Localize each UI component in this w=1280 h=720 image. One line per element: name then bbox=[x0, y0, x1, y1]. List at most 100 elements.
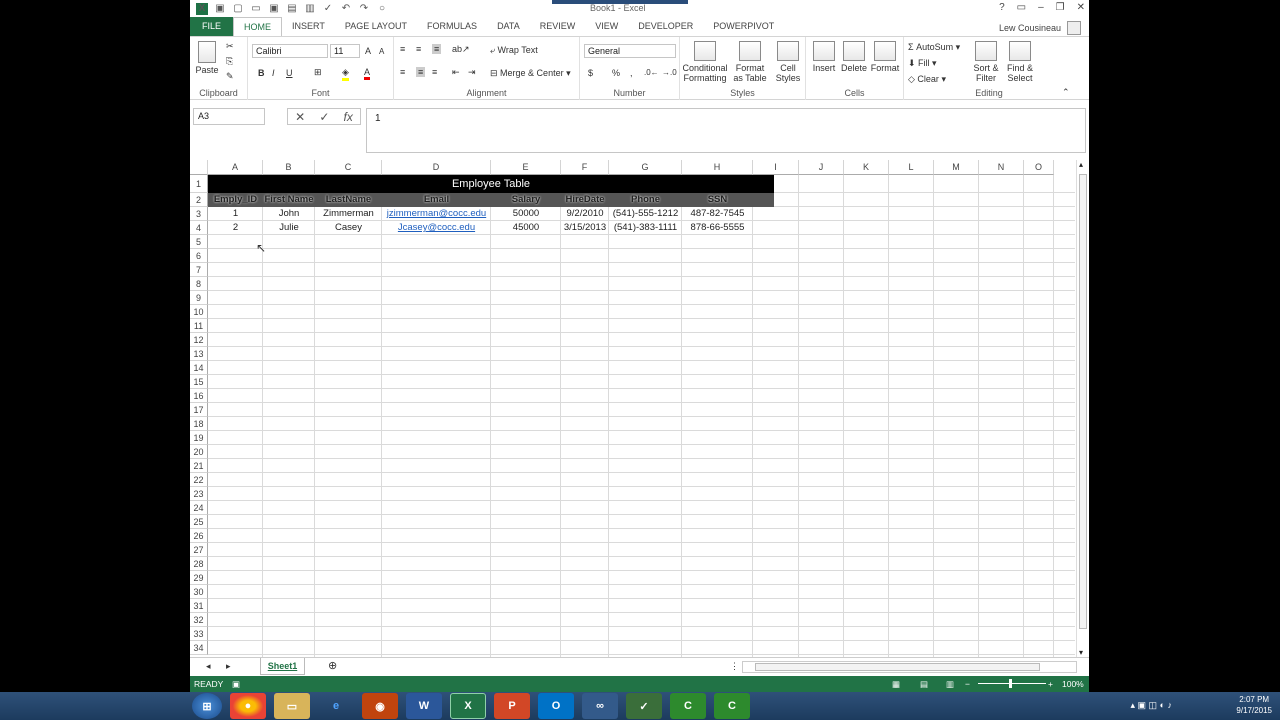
underline-button[interactable]: U bbox=[286, 68, 293, 78]
row-header-2[interactable]: 2 bbox=[190, 193, 208, 207]
column-header-F[interactable]: F bbox=[561, 160, 609, 175]
sheet-tab-sheet1[interactable]: Sheet1 bbox=[260, 658, 305, 675]
word-icon[interactable]: W bbox=[406, 693, 442, 719]
paste-button[interactable]: Paste bbox=[194, 41, 220, 75]
table-cell-hire[interactable]: 3/15/2013 bbox=[561, 221, 609, 235]
clear-button[interactable]: ◇ Clear ▾ bbox=[908, 74, 946, 85]
zoom-out-icon[interactable]: − bbox=[965, 676, 970, 692]
zoom-slider[interactable] bbox=[978, 683, 1046, 684]
next-sheet-icon[interactable]: ▸ bbox=[226, 661, 231, 672]
table-cell-id[interactable]: 2 bbox=[208, 221, 263, 235]
zoom-level[interactable]: 100% bbox=[1062, 676, 1084, 692]
page-break-view-icon[interactable]: ▥ bbox=[946, 676, 954, 692]
bold-button[interactable]: B bbox=[258, 68, 265, 78]
format-painter-icon[interactable]: ✎ bbox=[226, 71, 234, 82]
column-header-L[interactable]: L bbox=[889, 160, 934, 175]
borders-icon[interactable]: ⊞ bbox=[314, 67, 322, 78]
row-header-4[interactable]: 4 bbox=[190, 221, 208, 235]
open-icon[interactable]: ▭ bbox=[250, 3, 262, 14]
tab-powerpivot[interactable]: POWERPIVOT bbox=[703, 17, 784, 36]
format-as-table-button[interactable]: Format as Table bbox=[730, 41, 770, 83]
clock-time[interactable]: 2:07 PM bbox=[1236, 694, 1272, 705]
decrease-font-icon[interactable]: A bbox=[379, 47, 384, 56]
normal-view-icon[interactable]: ▦ bbox=[892, 676, 900, 692]
row-header-12[interactable]: 12 bbox=[190, 333, 208, 347]
table-header-cell[interactable]: Salary bbox=[491, 193, 561, 207]
column-header-O[interactable]: O bbox=[1024, 160, 1054, 175]
column-header-G[interactable]: G bbox=[609, 160, 682, 175]
table-cell-email[interactable]: Jcasey@cocc.edu bbox=[382, 221, 491, 235]
horizontal-scrollbar[interactable] bbox=[742, 661, 1077, 673]
table-cell-first[interactable]: John bbox=[263, 207, 315, 221]
new-icon[interactable]: ▢ bbox=[232, 3, 244, 14]
row-header-27[interactable]: 27 bbox=[190, 543, 208, 557]
excel-taskbar-icon[interactable]: X bbox=[450, 693, 486, 719]
top-align-icon[interactable]: ≡ bbox=[400, 44, 405, 54]
row-header-23[interactable]: 23 bbox=[190, 487, 208, 501]
row-header-9[interactable]: 9 bbox=[190, 291, 208, 305]
tab-review[interactable]: REVIEW bbox=[530, 17, 586, 36]
visual-studio-icon[interactable]: ∞ bbox=[582, 693, 618, 719]
scroll-down-icon[interactable]: ▾ bbox=[1079, 648, 1083, 657]
table-cell-hire[interactable]: 9/2/2010 bbox=[561, 207, 609, 221]
vertical-scroll-thumb[interactable] bbox=[1079, 174, 1087, 629]
insert-function-icon[interactable]: fx bbox=[344, 110, 353, 124]
cancel-icon[interactable]: ✕ bbox=[295, 110, 305, 124]
restore-icon[interactable]: ❐ bbox=[1056, 2, 1065, 13]
middle-align-icon[interactable]: ≡ bbox=[416, 44, 421, 54]
sheet-title-cell[interactable]: Employee Table bbox=[208, 175, 774, 193]
merge-center-button[interactable]: ⊟ Merge & Center ▾ bbox=[490, 68, 571, 79]
save-icon-2[interactable]: ▣ bbox=[268, 3, 280, 14]
tab-home[interactable]: HOME bbox=[233, 16, 283, 37]
italic-button[interactable]: I bbox=[272, 68, 275, 78]
horizontal-scroll-thumb[interactable] bbox=[755, 663, 1040, 671]
table-header-cell[interactable]: Emply_ID bbox=[208, 193, 263, 207]
tray-icons[interactable]: ▴ ▣ ◫ ◐ ♪ bbox=[1131, 700, 1172, 711]
worksheet-grid[interactable]: A B C D E F G H I J K L M N O 1 2 3 4 5 6 7 8 9 10 11 12 13 14 15 16 17… bbox=[190, 160, 1075, 657]
vertical-scrollbar[interactable]: ▴ ▾ bbox=[1076, 160, 1088, 657]
minimize-icon[interactable]: – bbox=[1038, 2, 1044, 13]
column-header-H[interactable]: H bbox=[682, 160, 753, 175]
zoom-slider-thumb[interactable] bbox=[1009, 679, 1012, 688]
fill-button[interactable]: ⬇ Fill ▾ bbox=[908, 58, 937, 69]
table-header-cell[interactable]: SSN bbox=[682, 193, 753, 207]
copy-icon[interactable]: ⎘ bbox=[226, 56, 233, 67]
table-cell-last[interactable]: Casey bbox=[315, 221, 382, 235]
row-header-5[interactable]: 5 bbox=[190, 235, 208, 249]
row-header-11[interactable]: 11 bbox=[190, 319, 208, 333]
start-button[interactable]: ⊞ bbox=[192, 693, 222, 719]
insert-button[interactable]: Insert bbox=[810, 41, 838, 73]
currency-button[interactable]: $ bbox=[588, 68, 593, 78]
table-cell-salary[interactable]: 50000 bbox=[491, 207, 561, 221]
add-sheet-icon[interactable]: ⊕ bbox=[328, 659, 337, 672]
row-header-34[interactable]: 34 bbox=[190, 641, 208, 655]
column-header-J[interactable]: J bbox=[799, 160, 844, 175]
help-icon[interactable]: ? bbox=[999, 2, 1005, 13]
table-header-cell[interactable]: Email bbox=[382, 193, 491, 207]
row-header-28[interactable]: 28 bbox=[190, 557, 208, 571]
scroll-up-icon[interactable]: ▴ bbox=[1079, 160, 1083, 169]
table-header-cell[interactable]: LastName bbox=[315, 193, 382, 207]
row-header-7[interactable]: 7 bbox=[190, 263, 208, 277]
cell-styles-button[interactable]: Cell Styles bbox=[772, 41, 804, 83]
row-header-22[interactable]: 22 bbox=[190, 473, 208, 487]
column-header-I[interactable]: I bbox=[753, 160, 799, 175]
percent-button[interactable]: % bbox=[612, 68, 620, 78]
row-header-6[interactable]: 6 bbox=[190, 249, 208, 263]
table-cell-phone[interactable]: (541)-555-1212 bbox=[609, 207, 682, 221]
table-cell-first[interactable]: Julie bbox=[263, 221, 315, 235]
row-header-33[interactable]: 33 bbox=[190, 627, 208, 641]
increase-font-icon[interactable]: A bbox=[365, 46, 371, 56]
tab-insert[interactable]: INSERT bbox=[282, 17, 335, 36]
row-header-17[interactable]: 17 bbox=[190, 403, 208, 417]
row-header-10[interactable]: 10 bbox=[190, 305, 208, 319]
wrap-text-button[interactable]: ⤶ Wrap Text bbox=[490, 45, 538, 56]
align-left-icon[interactable]: ≡ bbox=[400, 67, 405, 77]
cut-icon[interactable]: ✂ bbox=[226, 41, 234, 52]
table-cell-email[interactable]: jzimmerman@cocc.edu bbox=[382, 207, 491, 221]
save-icon[interactable]: ▣ bbox=[214, 3, 226, 14]
row-header-24[interactable]: 24 bbox=[190, 501, 208, 515]
formula-input[interactable]: 1 bbox=[366, 108, 1086, 153]
conditional-formatting-button[interactable]: Conditional Formatting bbox=[682, 41, 728, 83]
row-header-20[interactable]: 20 bbox=[190, 445, 208, 459]
